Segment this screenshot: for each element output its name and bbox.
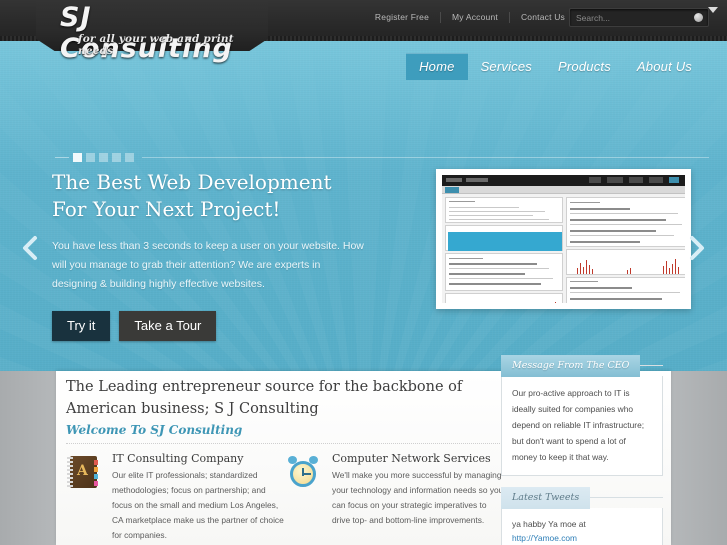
screenshot-list-panel — [445, 253, 563, 291]
content-inner: The Leading entrepreneur source for the … — [64, 355, 663, 545]
service-description: We'll make you more successful by managi… — [332, 470, 504, 525]
widget-body-tweets: ya habby Ya moe at http://Yamoe.com 32 d… — [501, 508, 663, 545]
ceo-message-text: Our pro-active approach to IT is ideally… — [512, 388, 645, 462]
tweet-item: ya habby Ya moe at http://Yamoe.com 32 d… — [512, 517, 652, 545]
slider-dot-4[interactable] — [112, 152, 121, 162]
slide-paragraph: You have less than 3 seconds to keep a u… — [52, 240, 364, 290]
service-icon-wrap: A — [66, 452, 106, 543]
hero-slider-section: Home Services Products About Us The Best… — [0, 41, 727, 371]
widget-title-ceo: Message From The CEO — [501, 355, 641, 377]
screenshot-subbar — [442, 186, 685, 194]
link-contact-us[interactable]: Contact Us — [510, 12, 577, 23]
screenshot-content — [442, 175, 685, 303]
nav-item-about-us[interactable]: About Us — [624, 53, 705, 80]
content-shell: The Leading entrepreneur source for the … — [56, 355, 671, 545]
slide-buttons: Try it Take a Tour — [52, 311, 367, 341]
slider-dot-3[interactable] — [99, 152, 108, 162]
site-logo[interactable]: SJ Consulting for all your web and print… — [36, 0, 268, 64]
sidebar-column: Message From The CEO Our pro-active appr… — [501, 355, 663, 545]
search-box[interactable] — [569, 8, 709, 27]
nav-item-home[interactable]: Home — [406, 53, 468, 80]
slider-dot-2[interactable] — [86, 152, 95, 162]
notebook-icon: A — [66, 455, 100, 489]
slider-dot-5[interactable] — [125, 152, 134, 162]
chevron-down-icon[interactable] — [701, 2, 725, 18]
take-a-tour-button[interactable]: Take a Tour — [119, 311, 217, 341]
widget-title-tweets: Latest Tweets — [501, 487, 591, 509]
screenshot-sparkline-panel — [566, 249, 685, 275]
slider-next-arrow[interactable] — [685, 231, 709, 265]
alarm-clock-icon — [286, 455, 320, 489]
pagination-trailing-rule — [142, 156, 709, 158]
screenshot-panel — [445, 197, 563, 223]
nav-item-products[interactable]: Products — [545, 53, 624, 80]
screenshot-feed-panel — [566, 197, 685, 247]
tweet-text: ya habby Ya moe at — [512, 519, 586, 529]
widget-latest-tweets: Latest Tweets ya habby Ya moe at http://… — [501, 487, 663, 545]
chevron-left-icon — [23, 236, 37, 260]
slider-dot-1[interactable] — [73, 152, 82, 162]
chevron-right-icon — [690, 236, 704, 260]
screenshot-chart-panel — [445, 293, 563, 303]
service-item-it-consulting[interactable]: A IT Consulting Company Our elite IT pro… — [66, 452, 286, 543]
service-description: Our elite IT professionals; standardized… — [112, 470, 284, 540]
service-text: Computer Network Services We'll make you… — [326, 452, 506, 543]
nav-item-services[interactable]: Services — [468, 53, 545, 80]
main-navigation: Home Services Products About Us — [406, 53, 705, 80]
logo-tagline: for all your web and print needs — [78, 33, 234, 57]
slide-screenshot[interactable] — [436, 169, 691, 309]
slide-content: The Best Web Development For Your Next P… — [52, 169, 367, 341]
slider-prev-arrow[interactable] — [18, 231, 42, 265]
tweet-link[interactable]: http://Yamoe.com — [512, 533, 577, 543]
page-root: Home Services Products About Us The Best… — [0, 0, 727, 545]
content-section: The Leading entrepreneur source for the … — [0, 355, 727, 545]
service-text: IT Consulting Company Our elite IT profe… — [106, 452, 286, 543]
link-register-free[interactable]: Register Free — [364, 12, 442, 23]
link-my-account[interactable]: My Account — [441, 12, 510, 23]
widget-ceo-message: Message From The CEO Our pro-active appr… — [501, 355, 663, 476]
screenshot-map-panel — [445, 225, 563, 251]
main-column: The Leading entrepreneur source for the … — [66, 371, 506, 545]
service-title: Computer Network Services — [332, 452, 491, 465]
service-item-network-services[interactable]: Computer Network Services We'll make you… — [286, 452, 506, 543]
content-divider — [66, 443, 506, 444]
service-icon-wrap — [286, 452, 326, 543]
widget-body-ceo: Our pro-active approach to IT is ideally… — [501, 376, 663, 476]
screenshot-topbar — [442, 175, 685, 186]
slide-heading: The Best Web Development For Your Next P… — [52, 170, 332, 221]
pagination-lead-rule — [55, 156, 69, 158]
search-input[interactable] — [576, 9, 681, 26]
page-title: The Leading entrepreneur source for the … — [66, 379, 463, 417]
slider-pagination — [55, 151, 709, 163]
services-grid: A IT Consulting Company Our elite IT pro… — [66, 452, 506, 545]
page-subtitle: Welcome To SJ Consulting — [66, 423, 243, 437]
screenshot-feed-panel-2 — [566, 277, 685, 303]
service-title: IT Consulting Company — [112, 452, 244, 465]
top-utility-links: Register Free My Account Contact Us — [364, 12, 577, 23]
try-it-button[interactable]: Try it — [52, 311, 111, 341]
